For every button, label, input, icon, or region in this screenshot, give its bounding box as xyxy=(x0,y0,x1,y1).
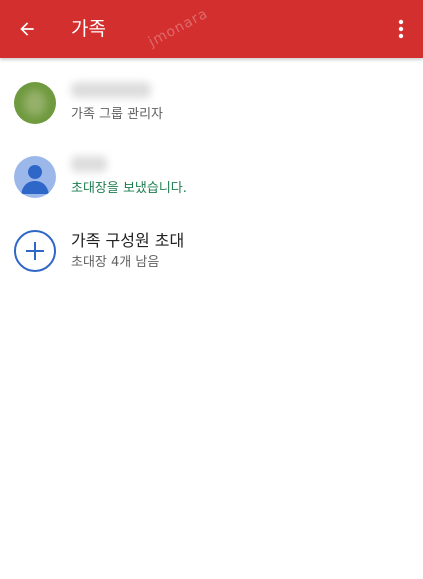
member-role: 가족 그룹 관리자 xyxy=(71,107,163,122)
family-screen: 가족 jmonara 가족 그룹 관리자 초대장을 보냈습니다. 가족 구성원 … xyxy=(0,0,423,579)
family-member-invited[interactable]: 초대장을 보냈습니다. xyxy=(0,146,423,210)
member-avatar-photo xyxy=(14,82,56,124)
more-vert-icon xyxy=(398,19,404,39)
blurred-photo xyxy=(24,90,46,116)
invite-title: 가족 구성원 초대 xyxy=(71,231,185,250)
page-title: 가족 xyxy=(71,18,106,40)
back-button[interactable] xyxy=(12,13,42,45)
blurred-member-name xyxy=(71,82,151,98)
arrow-back-icon xyxy=(20,22,34,36)
add-circle-icon xyxy=(14,230,56,272)
invites-remaining: 초대장 4개 남음 xyxy=(71,255,160,270)
family-member-admin[interactable]: 가족 그룹 관리자 xyxy=(0,72,423,136)
watermark-text: jmonara xyxy=(146,5,211,51)
invite-status-text: 초대장을 보냈습니다. xyxy=(71,181,187,196)
person-icon xyxy=(21,165,49,194)
plus-icon xyxy=(26,242,44,260)
more-options-button[interactable] xyxy=(393,15,409,43)
invite-family-member-item[interactable]: 가족 구성원 초대 초대장 4개 남음 xyxy=(0,220,423,284)
member-avatar-person xyxy=(14,156,56,198)
blurred-member-name xyxy=(71,156,107,172)
app-bar: 가족 jmonara xyxy=(0,0,423,58)
